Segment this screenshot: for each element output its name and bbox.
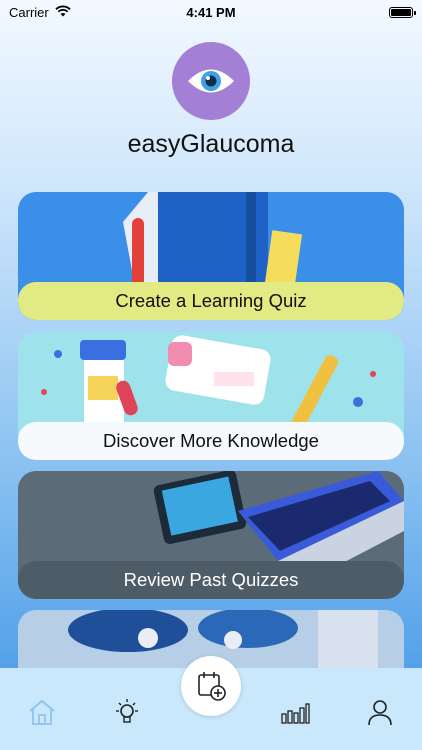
create-quiz-label: Create a Learning Quiz	[18, 282, 404, 320]
bar-chart-icon	[281, 703, 311, 724]
tab-profile[interactable]	[360, 692, 400, 732]
add-quiz-icon	[198, 672, 226, 701]
tab-statistics[interactable]	[275, 692, 315, 732]
home-icon	[29, 699, 55, 725]
battery-icon	[389, 6, 416, 18]
lightbulb-icon	[115, 699, 138, 723]
profile-icon	[367, 700, 392, 726]
discover-knowledge-card[interactable]: Discover More Knowledge	[18, 332, 404, 460]
review-quizzes-card[interactable]: Review Past Quizzes	[18, 471, 404, 599]
status-left: Carrier	[9, 5, 71, 20]
status-bar: Carrier 4:41 PM	[0, 0, 422, 24]
carrier-label: Carrier	[9, 4, 49, 20]
discover-knowledge-label: Discover More Knowledge	[18, 422, 404, 460]
add-quiz-button[interactable]	[181, 656, 241, 716]
app-title: easyGlaucoma	[127, 130, 295, 158]
tab-knowledge[interactable]	[107, 692, 147, 732]
tab-home[interactable]	[22, 692, 62, 732]
create-quiz-card[interactable]: Create a Learning Quiz	[18, 192, 404, 320]
wifi-icon	[55, 5, 71, 20]
eye-icon	[188, 69, 234, 93]
app-logo	[172, 42, 250, 120]
review-quizzes-label: Review Past Quizzes	[18, 561, 404, 599]
